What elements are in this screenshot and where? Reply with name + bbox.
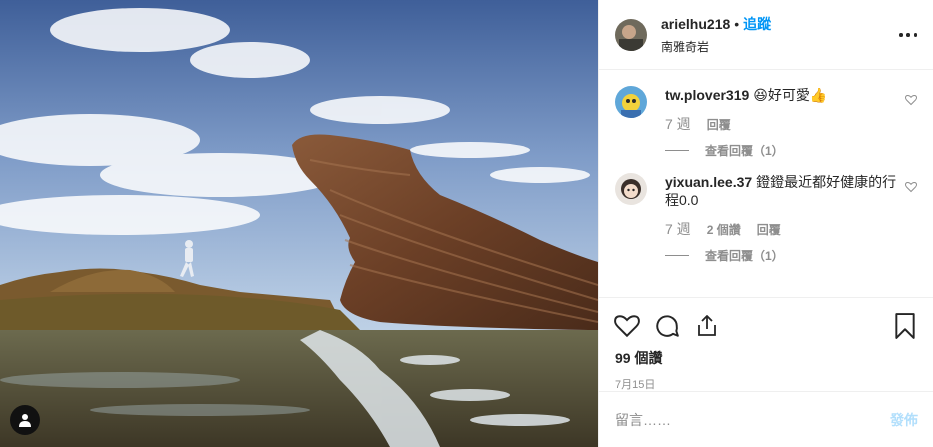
comment-likes-button[interactable]: 2 個讚: [707, 221, 741, 238]
user-tag-icon: [19, 414, 31, 427]
comment-text: 😆好可愛👍: [753, 87, 828, 103]
likes-count[interactable]: 99 個讚: [599, 348, 933, 368]
post-actions: [599, 306, 933, 346]
post-sidebar: arielhu218 • 追蹤 南雅奇岩 tw.plover319 😆好可愛👍 …: [598, 0, 933, 447]
post-date[interactable]: 7月15日: [599, 376, 933, 392]
share-icon: [698, 315, 716, 336]
commenter-username[interactable]: yixuan.lee.37: [665, 174, 752, 190]
replies-divider: [665, 255, 689, 256]
separator-dot: •: [734, 16, 740, 32]
author-username[interactable]: arielhu218: [661, 16, 730, 32]
save-button[interactable]: [891, 312, 919, 340]
view-replies-label: 查看回覆（1）: [705, 144, 784, 158]
post-comment-button[interactable]: 發佈: [890, 410, 918, 430]
share-button[interactable]: [693, 312, 721, 340]
view-replies-label: 查看回覆（1）: [705, 249, 784, 263]
replies-divider: [665, 150, 689, 151]
commenter-username[interactable]: tw.plover319: [665, 87, 749, 103]
heart-icon: [614, 315, 640, 338]
bookmark-icon: [895, 313, 915, 339]
comment-time[interactable]: 7 週: [665, 219, 691, 239]
reply-button[interactable]: 回覆: [707, 116, 731, 133]
view-replies-button[interactable]: 查看回覆（1）: [665, 142, 900, 159]
heart-icon[interactable]: [905, 181, 917, 193]
author-avatar[interactable]: [615, 18, 647, 51]
add-comment-bar: 發佈: [599, 391, 933, 447]
comments-list: tw.plover319 😆好可愛👍 7 週 回覆 查看回覆（1） yixuan…: [599, 70, 933, 298]
comment-time[interactable]: 7 週: [665, 114, 691, 134]
post-header: arielhu218 • 追蹤 南雅奇岩: [599, 0, 933, 70]
post-photo-image: [0, 0, 598, 447]
comment-button[interactable]: [653, 312, 681, 340]
commenter-avatar[interactable]: [615, 86, 647, 118]
comment-item: yixuan.lee.37 鐙鐙最近都好健康的行程0.0 7 週 2 個讚 回覆 …: [615, 173, 917, 264]
follow-button[interactable]: 追蹤: [743, 14, 771, 34]
post-location[interactable]: 南雅奇岩: [661, 38, 771, 55]
reply-button[interactable]: 回覆: [757, 221, 781, 238]
post-photo[interactable]: [0, 0, 598, 447]
like-button[interactable]: [613, 312, 641, 340]
heart-icon[interactable]: [905, 94, 917, 106]
view-replies-button[interactable]: 查看回覆（1）: [665, 247, 900, 264]
commenter-avatar[interactable]: [615, 173, 647, 205]
more-options-icon[interactable]: [899, 26, 917, 44]
user-tag-button[interactable]: [10, 405, 40, 435]
comment-icon: [656, 315, 679, 337]
comment-item: tw.plover319 😆好可愛👍 7 週 回覆 查看回覆（1）: [615, 86, 917, 159]
comment-input[interactable]: [615, 411, 890, 428]
